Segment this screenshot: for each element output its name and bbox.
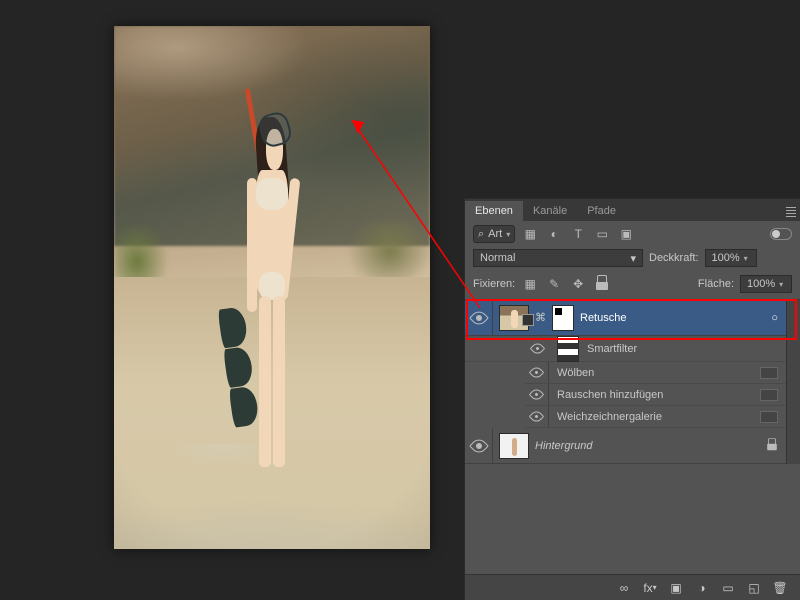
filter-label: Art [488, 228, 502, 240]
tab-channels[interactable]: Kanäle [523, 201, 577, 221]
blend-row: Normal ▾ Deckkraft: 100% ▾ [465, 247, 800, 271]
layer-thumbnail[interactable] [499, 305, 529, 331]
new-group-icon[interactable]: ▭ [716, 578, 740, 598]
filter-name: Wölben [549, 367, 760, 379]
visibility-toggle[interactable] [465, 428, 493, 463]
new-layer-icon[interactable]: ◱ [742, 578, 766, 598]
document-canvas[interactable] [114, 26, 430, 549]
delete-layer-icon[interactable]: 🗑 [768, 578, 792, 598]
fx-icon[interactable]: fx▾ [638, 578, 662, 598]
layers-list: ⌘ Retusche ○ Smartfilter Wölben [465, 299, 800, 464]
layers-footer: ∞ fx▾ ▣ ◑ ▭ ◱ 🗑 [465, 574, 800, 600]
fill-value: 100% [747, 278, 775, 290]
layer-name[interactable]: Hintergrund [535, 440, 760, 452]
layer-hintergrund[interactable]: Hintergrund [465, 428, 786, 464]
caret-down-icon: ▾ [744, 254, 748, 263]
filter-smart-icon[interactable]: ▣ [617, 225, 635, 243]
eye-icon[interactable] [529, 387, 545, 403]
layer-retusche[interactable]: ⌘ Retusche ○ [465, 300, 786, 336]
filter-options-icon[interactable] [760, 411, 778, 423]
lock-position-icon[interactable]: ✥ [569, 275, 587, 293]
lock-brush-icon[interactable]: ✎ [545, 275, 563, 293]
tab-paths[interactable]: Pfade [577, 201, 626, 221]
caret-down-icon: ▾ [630, 252, 636, 265]
smartfilter-list: Wölben Rauschen hinzufügen Weichzeichner… [465, 362, 786, 428]
panel-menu-icon[interactable] [782, 203, 800, 221]
layer-filter-dropdown[interactable]: ⌕ Art ▾ [473, 225, 515, 243]
opacity-value: 100% [712, 252, 740, 264]
search-icon: ⌕ [478, 228, 484, 241]
eye-icon[interactable] [529, 409, 545, 425]
opacity-label: Deckkraft: [649, 252, 699, 264]
fill-input[interactable]: 100% ▾ [740, 275, 792, 293]
caret-down-icon: ▾ [779, 280, 783, 289]
layer-filter-row: ⌕ Art ▾ ▦ ◐ T ▭ ▣ [465, 221, 800, 247]
smartfilter-header[interactable]: Smartfilter [465, 336, 786, 362]
eye-icon [469, 436, 489, 456]
filter-options-icon[interactable] [760, 389, 778, 401]
layers-panel: Ebenen Kanäle Pfade ⌕ Art ▾ ▦ ◐ T ▭ ▣ No… [464, 198, 800, 600]
caret-down-icon: ▾ [506, 230, 510, 239]
layers-scrollbar[interactable] [786, 300, 800, 464]
filter-shape-icon[interactable]: ▭ [593, 225, 611, 243]
filter-options-icon[interactable] [760, 367, 778, 379]
smart-filter-indicator-icon: ○ [771, 312, 778, 324]
filter-type-icon[interactable]: T [569, 225, 587, 243]
opacity-input[interactable]: 100% ▾ [705, 249, 757, 267]
link-icon[interactable]: ⌘ [535, 311, 546, 324]
filter-woelben[interactable]: Wölben [525, 362, 786, 384]
tab-layers[interactable]: Ebenen [465, 201, 523, 221]
eye-icon[interactable] [529, 341, 545, 357]
filter-weichzeichner[interactable]: Weichzeichnergalerie [525, 406, 786, 428]
lock-label: Fixieren: [473, 278, 515, 290]
blend-mode-select[interactable]: Normal ▾ [473, 249, 643, 267]
lock-icon [766, 440, 778, 452]
layer-mask-thumbnail[interactable] [552, 305, 574, 331]
eye-icon[interactable] [529, 365, 545, 381]
filter-name: Rauschen hinzufügen [549, 389, 760, 401]
filter-adjust-icon[interactable]: ◐ [545, 225, 563, 243]
lock-all-icon[interactable] [593, 275, 611, 293]
layer-thumbnail[interactable] [499, 433, 529, 459]
filter-rauschen[interactable]: Rauschen hinzufügen [525, 384, 786, 406]
visibility-toggle[interactable] [465, 300, 493, 335]
lock-transparency-icon[interactable]: ▦ [521, 275, 539, 293]
add-mask-icon[interactable]: ▣ [664, 578, 688, 598]
blend-mode-value: Normal [480, 252, 515, 264]
lock-row: Fixieren: ▦ ✎ ✥ Fläche: 100% ▾ [465, 271, 800, 299]
panel-tabs: Ebenen Kanäle Pfade [465, 199, 800, 221]
smartfilter-label: Smartfilter [587, 343, 637, 355]
new-fill-adjustment-icon[interactable]: ◑ [690, 578, 714, 598]
fill-label: Fläche: [698, 278, 734, 290]
filter-pixel-icon[interactable]: ▦ [521, 225, 539, 243]
photo-vignette [114, 26, 430, 549]
layer-name[interactable]: Retusche [580, 312, 765, 324]
filter-name: Weichzeichnergalerie [549, 411, 760, 423]
smartfilter-mask-thumbnail[interactable] [557, 336, 579, 362]
eye-icon [469, 308, 489, 328]
link-layers-icon[interactable]: ∞ [612, 578, 636, 598]
filter-toggle-switch[interactable] [770, 228, 792, 240]
